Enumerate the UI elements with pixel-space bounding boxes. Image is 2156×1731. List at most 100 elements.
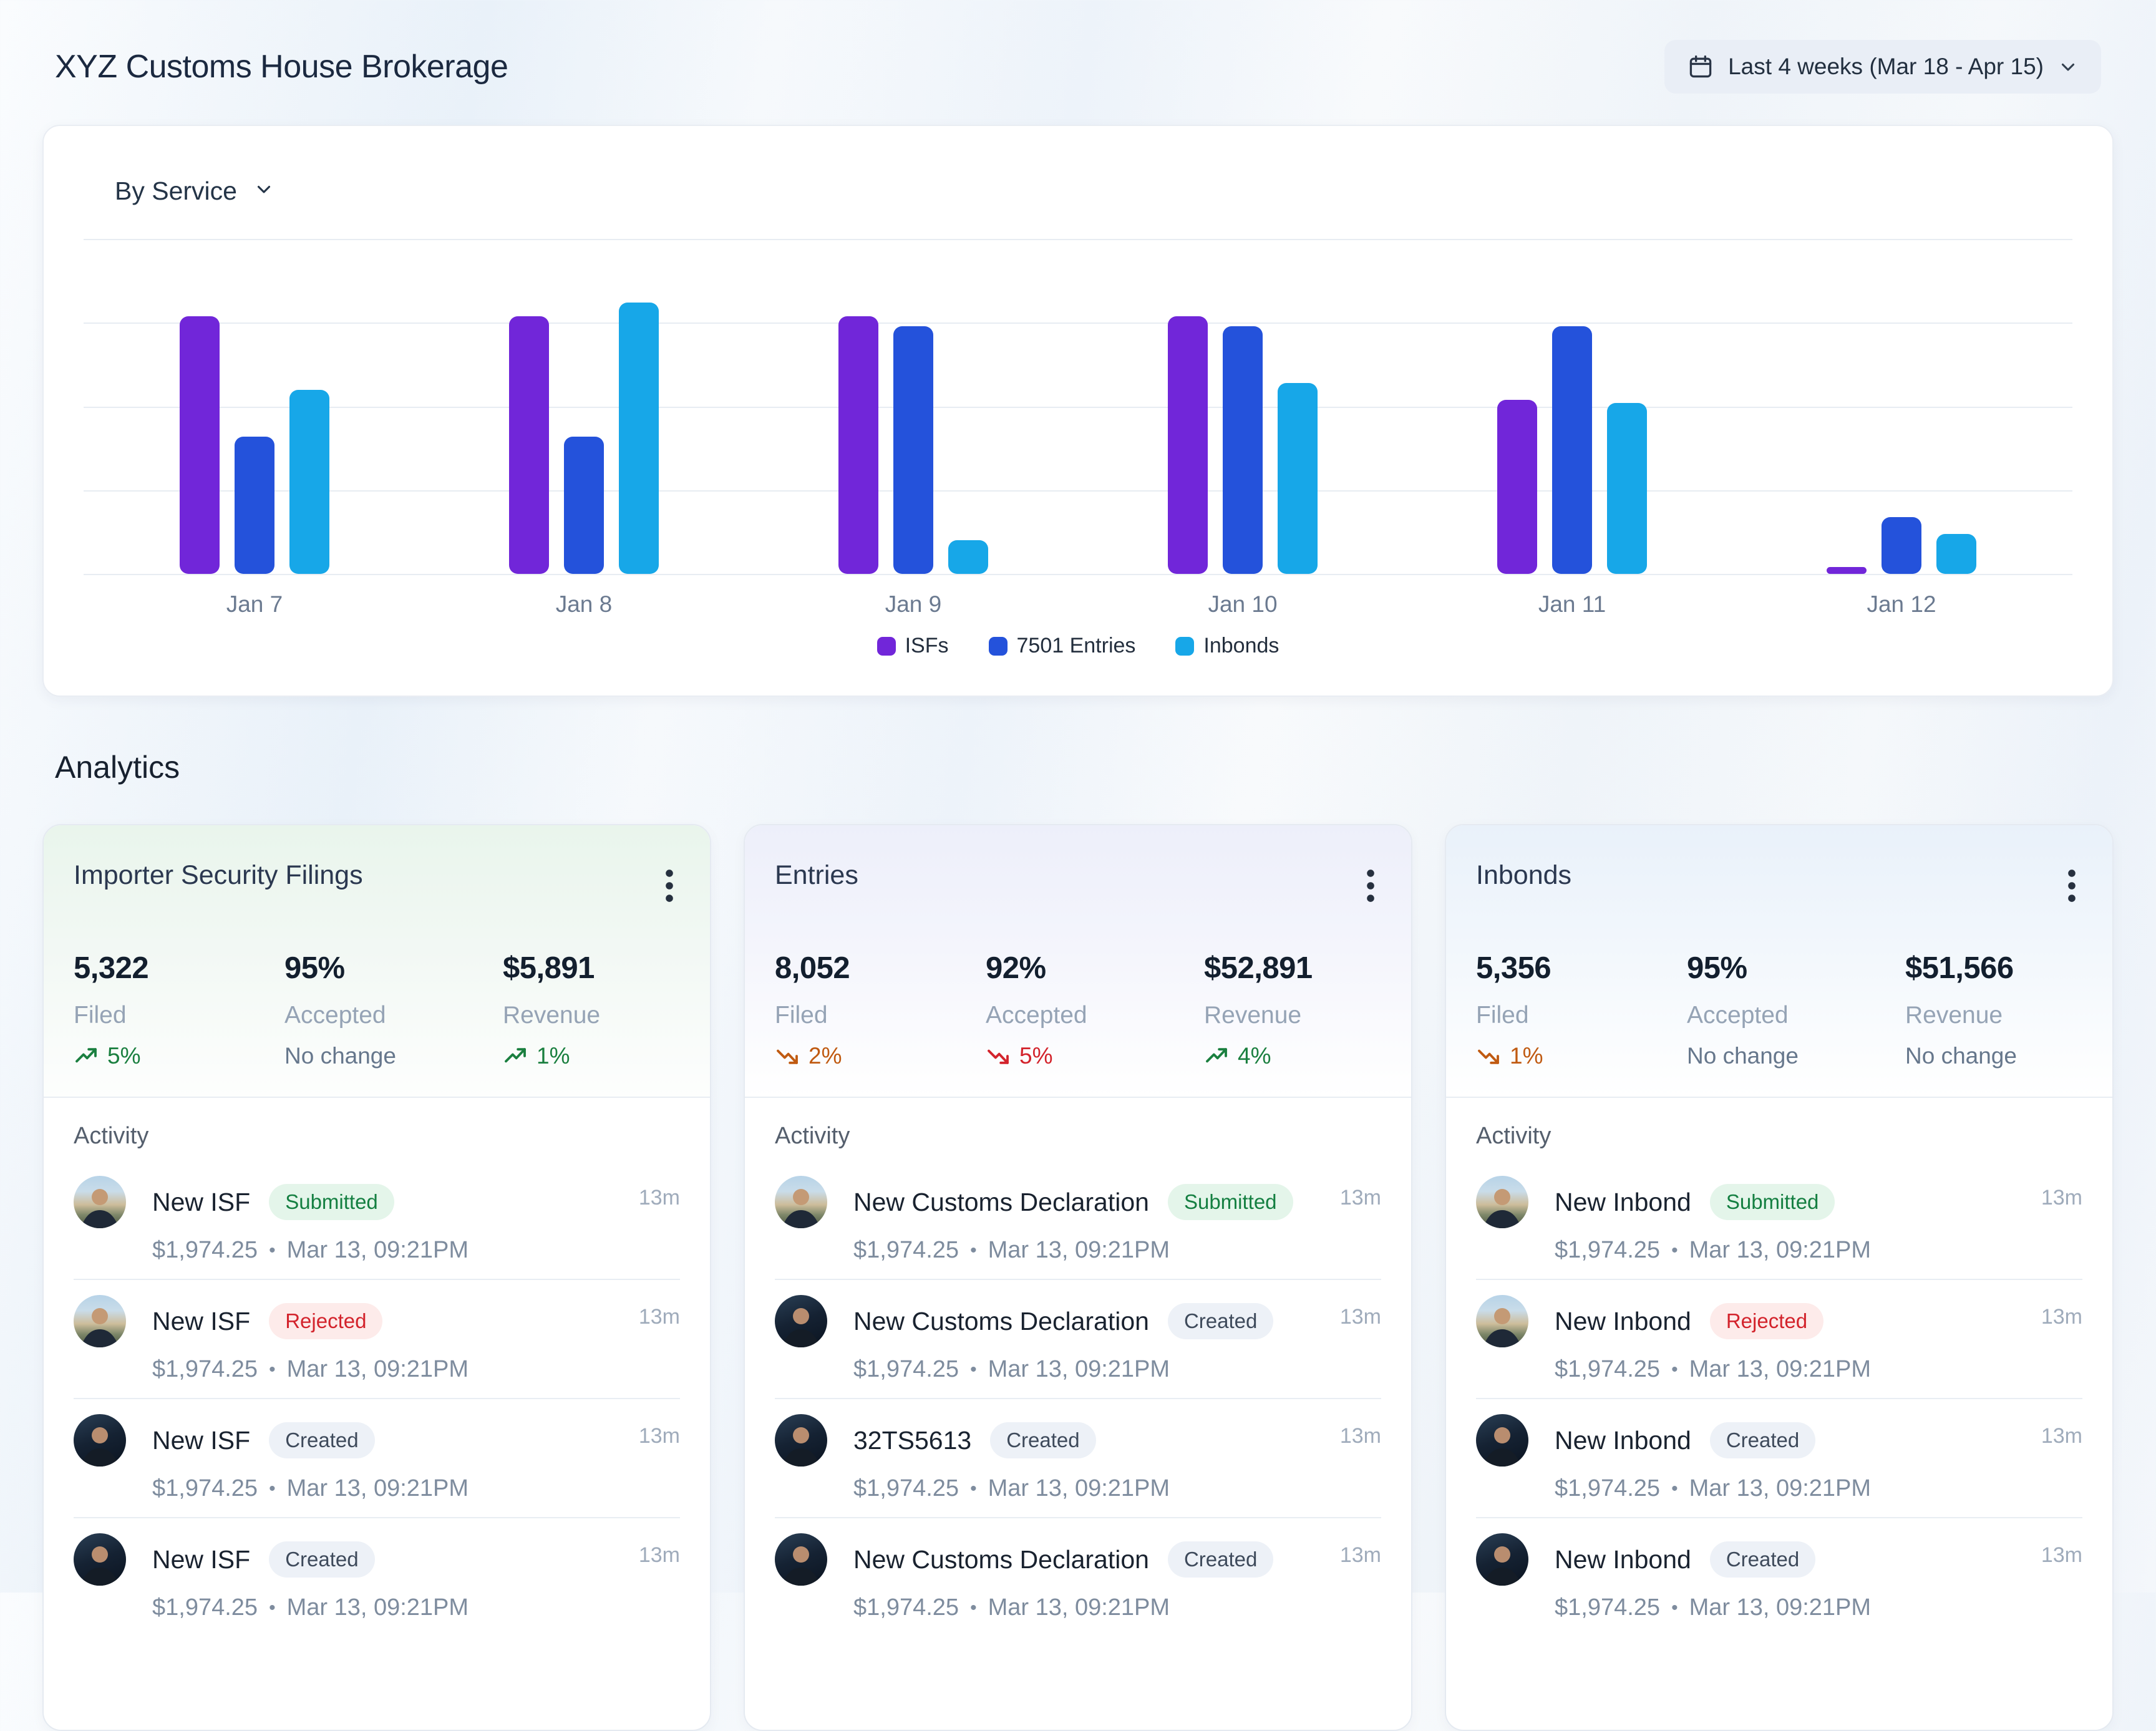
activity-time: 13m (2041, 1186, 2082, 1210)
status-badge: Rejected (269, 1303, 383, 1339)
stat-value: 5,356 (1476, 951, 1551, 985)
stat-trend: 5% (986, 1043, 1204, 1069)
trend-down-icon (1478, 1049, 1499, 1064)
activity-detail: $1,974.25 • Mar 13, 09:21PM (1555, 1475, 1872, 1501)
stat-label: Filed (74, 1002, 127, 1029)
avatar (74, 1295, 126, 1347)
activity-row[interactable]: New ISF Created $1,974.25 • Mar 13, 09:21P… (74, 1399, 680, 1518)
activity-detail: $1,974.25 • Mar 13, 09:21PM (853, 1594, 1170, 1621)
stat-trend: No change (284, 1043, 503, 1069)
x-axis-labels: Jan 7 Jan 8 Jan 9 Jan 10 Jan 11 Jan 12 (84, 591, 2072, 618)
legend-item-isfs: ISFs (876, 634, 949, 658)
date-range-label: Last 4 weeks (Mar 18 - Apr 15) (1728, 54, 2044, 79)
stat-value: 92% (986, 951, 1046, 985)
status-badge: Created (1167, 1303, 1274, 1339)
stat-trend: No change (1687, 1043, 1905, 1069)
activity-time: 13m (638, 1543, 680, 1567)
activity-amount: $1,974.25 (853, 1594, 959, 1621)
analytics-cards: Importer Security Filings 5,322 Filed 5% (42, 824, 2114, 1731)
avatar (1476, 1414, 1528, 1467)
bar-7501-entries (1552, 326, 1592, 574)
stat-value: 5,322 (74, 951, 149, 985)
date-range-picker[interactable]: Last 4 weeks (Mar 18 - Apr 15) (1664, 40, 2101, 94)
activity-section: Activity New Inbond Submitted $1,974.25 … (1446, 1098, 2112, 1636)
activity-detail: $1,974.25 • Mar 13, 09:21PM (853, 1475, 1170, 1501)
activity-datetime: Mar 13, 09:21PM (286, 1475, 469, 1501)
bars (84, 239, 2072, 574)
bar-isfs (180, 316, 220, 574)
activity-row[interactable]: New Inbond Submitted $1,974.25 • Mar 13, 0… (1476, 1161, 2082, 1280)
activity-row[interactable]: New Customs Declaration Created $1,974.2… (775, 1280, 1381, 1399)
stat-label: Filed (775, 1002, 828, 1029)
chevron-down-icon (2057, 56, 2079, 77)
activity-section: Activity New Customs Declaration Submitt… (745, 1098, 1411, 1636)
stat-trend: 5% (74, 1043, 284, 1069)
avatar (1476, 1295, 1528, 1347)
activity-amount: $1,974.25 (1555, 1475, 1661, 1501)
bar-group-jan-11 (1497, 239, 1647, 574)
activity-row[interactable]: New Inbond Rejected $1,974.25 • Mar 13, 09… (1476, 1280, 2082, 1399)
chart-card: By Service Jan 7 Jan 8 Jan 9 Jan 10 Jan … (42, 125, 2114, 697)
bar-inbonds (1278, 382, 1318, 574)
activity-datetime: Mar 13, 09:21PM (988, 1237, 1170, 1263)
stat-filed: 5,356 Filed 1% (1476, 951, 1687, 1069)
kebab-menu-button[interactable] (1360, 863, 1381, 911)
analytics-heading: Analytics (55, 750, 180, 785)
activity-row[interactable]: 32TS5613 Created $1,974.25 • Mar 13, 09:21… (775, 1399, 1381, 1518)
activity-title: New Customs Declaration (853, 1187, 1149, 1216)
legend-swatch (876, 636, 896, 656)
activity-row[interactable]: New ISF Created $1,974.25 • Mar 13, 09:21P… (74, 1518, 680, 1636)
activity-row[interactable]: New Customs Declaration Submitted $1,974… (775, 1161, 1381, 1280)
kebab-menu-button[interactable] (659, 863, 680, 911)
activity-detail: $1,974.25 • Mar 13, 09:21PM (853, 1237, 1170, 1263)
legend-label: ISFs (905, 634, 949, 657)
card-entries: Entries 8,052 Filed 2% 92% Accepted 5% $… (744, 824, 1412, 1731)
kebab-menu-button[interactable] (2061, 863, 2082, 911)
trend-up-icon (505, 1048, 526, 1063)
status-badge: Submitted (1167, 1184, 1293, 1220)
bar-7501-entries (893, 326, 933, 574)
activity-amount: $1,974.25 (152, 1475, 258, 1501)
activity-amount: $1,974.25 (152, 1356, 258, 1382)
bar-group-jan-10 (1168, 239, 1318, 574)
by-service-label: By Service (115, 177, 237, 205)
status-badge: Rejected (1709, 1303, 1824, 1339)
activity-row[interactable]: New Customs Declaration Created $1,974.2… (775, 1518, 1381, 1636)
activity-row[interactable]: New ISF Submitted $1,974.25 • Mar 13, 09:2… (74, 1161, 680, 1280)
bar-isfs (509, 316, 549, 574)
stat-label: Revenue (1905, 1002, 2003, 1029)
activity-datetime: Mar 13, 09:21PM (286, 1237, 469, 1263)
bar-isfs (1497, 399, 1537, 574)
stat-accepted: 95% Accepted No change (1687, 951, 1905, 1069)
activity-row[interactable]: New Inbond Created $1,974.25 • Mar 13, 09:… (1476, 1518, 2082, 1636)
bar-inbonds (289, 389, 329, 574)
stat-label: Accepted (986, 1002, 1087, 1029)
status-badge: Created (269, 1422, 375, 1458)
activity-heading: Activity (74, 1123, 149, 1149)
bar-inbonds (619, 303, 659, 574)
trend-text: No change (284, 1043, 396, 1069)
activity-row[interactable]: New Inbond Created $1,974.25 • Mar 13, 09:… (1476, 1399, 2082, 1518)
activity-row[interactable]: New ISF Rejected $1,974.25 • Mar 13, 09:21… (74, 1280, 680, 1399)
activity-datetime: Mar 13, 09:21PM (1689, 1356, 1872, 1382)
x-tick: Jan 7 (226, 591, 283, 617)
bar-group-jan-9 (838, 239, 988, 574)
activity-amount: $1,974.25 (1555, 1237, 1661, 1263)
stat-label: Accepted (284, 1002, 386, 1029)
activity-detail: $1,974.25 • Mar 13, 09:21PM (1555, 1594, 1872, 1621)
x-tick: Jan 9 (885, 591, 942, 617)
status-badge: Created (1709, 1541, 1816, 1578)
bar-group-jan-7 (180, 239, 329, 574)
status-badge: Created (269, 1541, 375, 1578)
activity-amount: $1,974.25 (853, 1475, 959, 1501)
activity-title: New ISF (152, 1306, 251, 1336)
by-service-dropdown[interactable]: By Service (111, 176, 278, 206)
legend-label: Inbonds (1203, 634, 1280, 657)
x-tick: Jan 10 (1208, 591, 1278, 617)
activity-title: New ISF (152, 1187, 251, 1216)
chart-legend: ISFs 7501 Entries Inbonds (84, 634, 2072, 658)
activity-detail: $1,974.25 • Mar 13, 09:21PM (1555, 1237, 1872, 1263)
activity-datetime: Mar 13, 09:21PM (286, 1356, 469, 1382)
activity-time: 13m (2041, 1305, 2082, 1329)
trend-up-icon (75, 1048, 97, 1063)
